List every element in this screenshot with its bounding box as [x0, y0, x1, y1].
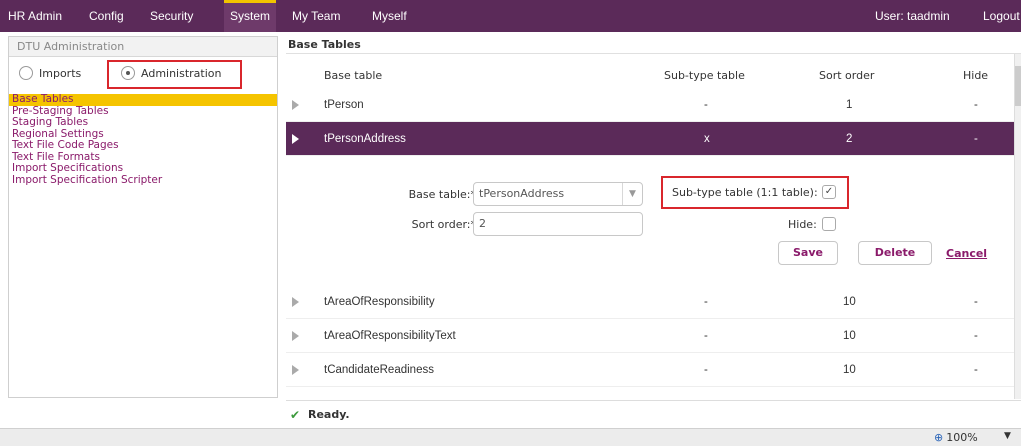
check-icon: ✔: [290, 408, 301, 422]
menu-item-import-specification-scripter[interactable]: Import Specification Scripter: [9, 174, 277, 187]
radio-imports[interactable]: Imports: [19, 66, 81, 82]
cell-base-table: tPersonAddress: [324, 133, 406, 145]
cell-sub-type: -: [704, 364, 708, 376]
nav-myself[interactable]: Myself: [372, 0, 407, 32]
save-button[interactable]: Save: [778, 241, 838, 265]
column-header-base-table[interactable]: Base table: [324, 69, 382, 82]
left-menu: Base Tables Pre-Staging Tables Staging T…: [9, 93, 277, 187]
top-nav-bar: HR Admin Config Security System My Team …: [0, 0, 1021, 32]
menu-item-text-file-code-pages[interactable]: Text File Code Pages: [9, 139, 277, 152]
expand-arrow-icon[interactable]: [292, 331, 299, 341]
base-table-value: tPersonAddress: [479, 187, 565, 200]
sort-order-label: Sort order:*: [411, 218, 476, 231]
cell-hide: -: [974, 133, 978, 145]
chevron-down-icon[interactable]: ▼: [1004, 431, 1011, 441]
cell-sort-order: 10: [843, 364, 856, 376]
cell-sub-type: -: [704, 330, 708, 342]
expand-arrow-icon[interactable]: [292, 297, 299, 307]
cell-hide: -: [974, 296, 978, 308]
status-bar: ✔ Ready.: [286, 400, 1021, 428]
table-row[interactable]: tAreaOfResponsibility - 10 -: [286, 285, 1014, 319]
table-scrollbar[interactable]: [1014, 54, 1021, 399]
row-edit-form: Base table:* tPersonAddress ▼ Sort order…: [286, 156, 1014, 300]
menu-item-import-specifications[interactable]: Import Specifications: [9, 162, 277, 175]
mode-radio-group: Imports Administration: [9, 57, 277, 91]
nav-config[interactable]: Config: [89, 0, 124, 32]
hide-label: Hide:: [788, 218, 817, 231]
base-table-select[interactable]: tPersonAddress ▼: [473, 182, 643, 206]
cell-base-table: tPerson: [324, 99, 364, 111]
cell-sort-order: 10: [843, 330, 856, 342]
cell-sort-order: 1: [846, 99, 853, 111]
cell-hide: -: [974, 99, 978, 111]
nav-system[interactable]: System: [224, 0, 277, 32]
expand-arrow-icon[interactable]: [292, 134, 299, 144]
scrollbar-thumb[interactable]: [1015, 66, 1021, 106]
cell-hide: -: [974, 364, 978, 376]
column-header-hide[interactable]: Hide: [963, 69, 988, 82]
hide-checkbox[interactable]: [822, 217, 836, 231]
main-panel: Base Tables Base table Sub-type table So…: [286, 36, 1021, 399]
column-header-sub-type-table[interactable]: Sub-type table: [664, 69, 745, 82]
panel-title: DTU Administration: [9, 37, 277, 57]
cell-sort-order: 2: [846, 133, 853, 145]
table-row-selected[interactable]: tPersonAddress x 2 -: [286, 122, 1014, 156]
menu-item-base-tables[interactable]: Base Tables: [9, 93, 277, 106]
zoom-icon: ⊕: [934, 431, 944, 444]
cell-sub-type: x: [704, 133, 710, 145]
left-panel: DTU Administration Imports Administratio…: [8, 36, 278, 398]
browser-status-bar: ⊕ 100% ▼: [0, 428, 1021, 446]
sort-order-value: 2: [479, 217, 486, 230]
annotation-highlight-box: [107, 60, 242, 89]
user-label: User: taadmin: [875, 9, 950, 23]
radio-circle-icon: [19, 66, 33, 80]
sort-order-input[interactable]: 2: [473, 212, 643, 236]
table-row[interactable]: tAreaOfResponsibilityText - 10 -: [286, 319, 1014, 353]
column-header-sort-order[interactable]: Sort order: [819, 69, 874, 82]
page-title: Base Tables: [286, 36, 1021, 54]
nav-security[interactable]: Security: [150, 0, 193, 32]
nav-my-team[interactable]: My Team: [292, 0, 340, 32]
cell-sub-type: -: [704, 296, 708, 308]
table-row[interactable]: tPerson - 1 -: [286, 88, 1014, 122]
cell-hide: -: [974, 330, 978, 342]
nav-hr-admin[interactable]: HR Admin: [8, 0, 62, 32]
expand-arrow-icon[interactable]: [292, 100, 299, 110]
chevron-down-icon: ▼: [622, 183, 642, 205]
cell-sort-order: 10: [843, 296, 856, 308]
sub-type-table-checkbox[interactable]: ✓: [822, 185, 836, 199]
table-row[interactable]: tCandidateReadiness - 10 -: [286, 353, 1014, 387]
delete-button[interactable]: Delete: [858, 241, 932, 265]
expand-arrow-icon[interactable]: [292, 365, 299, 375]
cell-base-table: tAreaOfResponsibilityText: [324, 330, 456, 342]
logout-link[interactable]: Logout: [983, 0, 1020, 32]
cell-base-table: tCandidateReadiness: [324, 364, 434, 376]
cell-sub-type: -: [704, 99, 708, 111]
sub-type-table-label: Sub-type table (1:1 table):: [672, 186, 818, 199]
menu-item-staging-tables[interactable]: Staging Tables: [9, 116, 277, 129]
status-text: Ready.: [308, 408, 350, 421]
cell-base-table: tAreaOfResponsibility: [324, 296, 435, 308]
cancel-link[interactable]: Cancel: [946, 247, 987, 260]
zoom-level: 100%: [946, 431, 978, 444]
zoom-control[interactable]: ⊕ 100%: [934, 431, 978, 444]
base-table-label: Base table:*: [408, 188, 476, 201]
radio-imports-label: Imports: [39, 67, 82, 80]
